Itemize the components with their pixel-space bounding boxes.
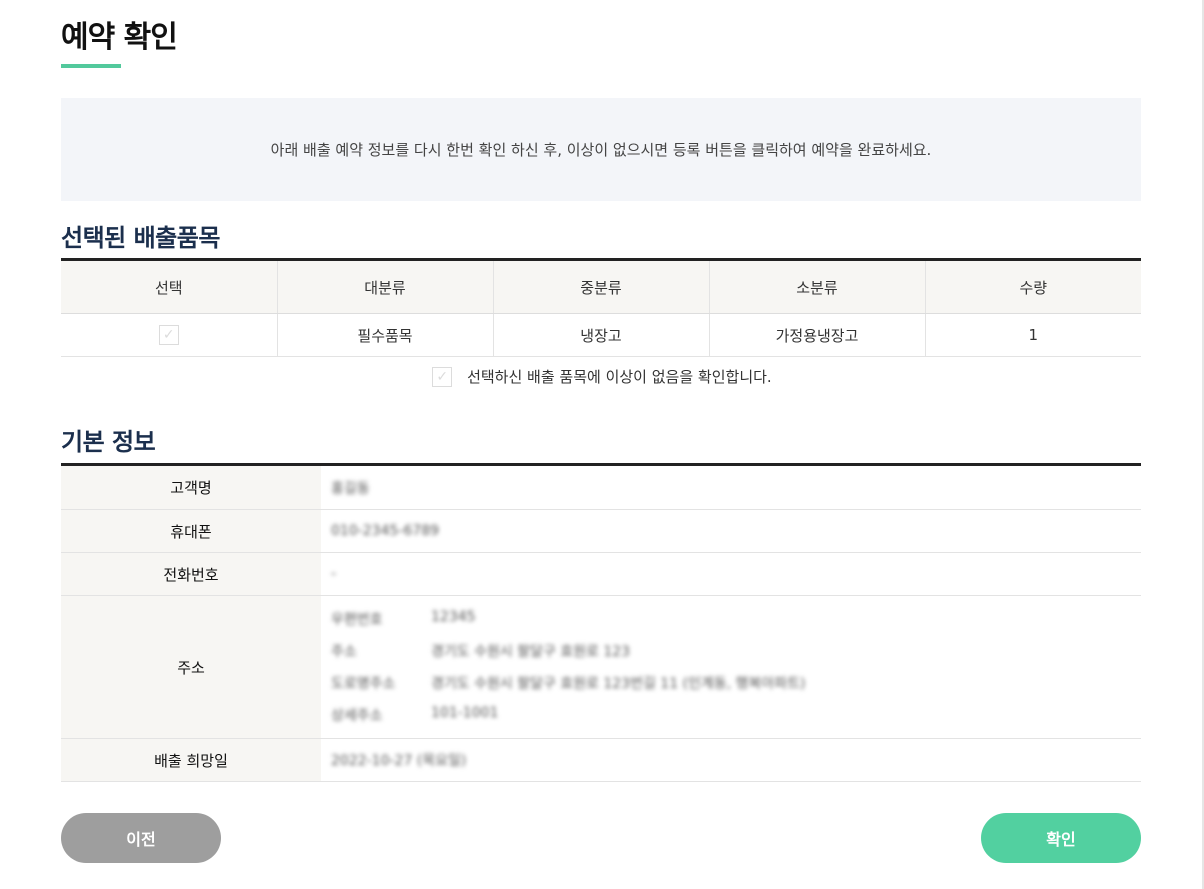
info-row-date: 배출 희망일 2022-10-27 (목요일) — [61, 739, 1141, 782]
items-table: 선택 대분류 중분류 소분류 수량 ✓ 필수품목 냉장고 가정용냉장고 1 — [61, 258, 1141, 357]
mobile-value-cell: 010-2345-6789 — [321, 510, 1141, 552]
table-row: ✓ 필수품목 냉장고 가정용냉장고 1 — [61, 313, 1141, 357]
address-line: 주소 경기도 수원시 팔달구 효원로 123 — [331, 641, 630, 661]
address-value-cell: 우편번호 12345 주소 경기도 수원시 팔달구 효원로 123 도로명주소 … — [321, 596, 1141, 738]
page-title: 예약 확인 — [61, 20, 178, 55]
phone-value: - — [331, 566, 337, 582]
confirm-agreement: ✓ 선택하신 배출 품목에 이상이 없음을 확인합니다. — [0, 366, 1204, 387]
column-header-qty: 수량 — [925, 259, 1141, 314]
address-value: 경기도 수원시 팔달구 효원로 123번길 11 (인계동, 행복아파트) — [431, 676, 806, 692]
name-value-cell: 홍길동 — [321, 466, 1141, 509]
address-key: 우편번호 — [331, 612, 383, 628]
info-table: 고객명 홍길동 휴대폰 010-2345-6789 전화번호 - 주소 우편번호… — [61, 463, 1141, 782]
notice-text: 아래 배출 예약 정보를 다시 한번 확인 하신 후, 이상이 없으시면 등록 … — [270, 141, 932, 159]
mobile-value: 010-2345-6789 — [331, 523, 440, 539]
confirm-button[interactable]: 확인 — [981, 813, 1141, 863]
address-label: 주소 — [61, 596, 321, 738]
address-value: 12345 — [431, 609, 476, 625]
row-checkbox[interactable]: ✓ — [158, 325, 179, 345]
address-line: 상세주소 101-1001 — [331, 705, 498, 725]
confirm-label: 선택하신 배출 품목에 이상이 없음을 확인합니다. — [467, 368, 772, 386]
row-middle: 냉장고 — [493, 313, 710, 357]
name-label: 고객명 — [61, 466, 321, 509]
info-row-mobile: 휴대폰 010-2345-6789 — [61, 510, 1141, 553]
mobile-label: 휴대폰 — [61, 510, 321, 552]
row-minor: 가정용냉장고 — [709, 313, 926, 357]
column-header-major: 대분류 — [277, 259, 494, 314]
date-value: 2022-10-27 (목요일) — [331, 753, 467, 769]
phone-label: 전화번호 — [61, 553, 321, 595]
notice-box: 아래 배출 예약 정보를 다시 한번 확인 하신 후, 이상이 없으시면 등록 … — [61, 98, 1141, 201]
prev-button[interactable]: 이전 — [61, 813, 221, 863]
info-row-address: 주소 우편번호 12345 주소 경기도 수원시 팔달구 효원로 123 도로명… — [61, 596, 1141, 739]
info-section-title: 기본 정보 — [61, 428, 156, 456]
title-underline — [61, 64, 121, 68]
row-major: 필수품목 — [277, 313, 494, 357]
address-key: 도로명주소 — [331, 676, 396, 692]
items-section-title: 선택된 배출품목 — [61, 224, 220, 252]
phone-value-cell: - — [321, 553, 1141, 595]
info-row-name: 고객명 홍길동 — [61, 466, 1141, 510]
address-value: 101-1001 — [431, 705, 499, 721]
row-qty: 1 — [925, 313, 1141, 357]
name-value: 홍길동 — [331, 480, 370, 497]
column-header-middle: 중분류 — [493, 259, 710, 314]
info-row-phone: 전화번호 - — [61, 553, 1141, 596]
address-key: 주소 — [331, 644, 357, 660]
address-key: 상세주소 — [331, 708, 383, 724]
address-value: 경기도 수원시 팔달구 효원로 123 — [431, 644, 631, 660]
items-table-header: 선택 대분류 중분류 소분류 수량 — [61, 259, 1141, 314]
address-line: 도로명주소 경기도 수원시 팔달구 효원로 123번길 11 (인계동, 행복아… — [331, 673, 805, 693]
confirm-checkbox[interactable]: ✓ — [432, 366, 453, 387]
date-label: 배출 희망일 — [61, 739, 321, 781]
row-select-cell: ✓ — [61, 313, 278, 357]
address-line: 우편번호 12345 — [331, 609, 476, 629]
column-header-select: 선택 — [61, 259, 278, 314]
column-header-minor: 소분류 — [709, 259, 926, 314]
date-value-cell: 2022-10-27 (목요일) — [321, 739, 1141, 781]
